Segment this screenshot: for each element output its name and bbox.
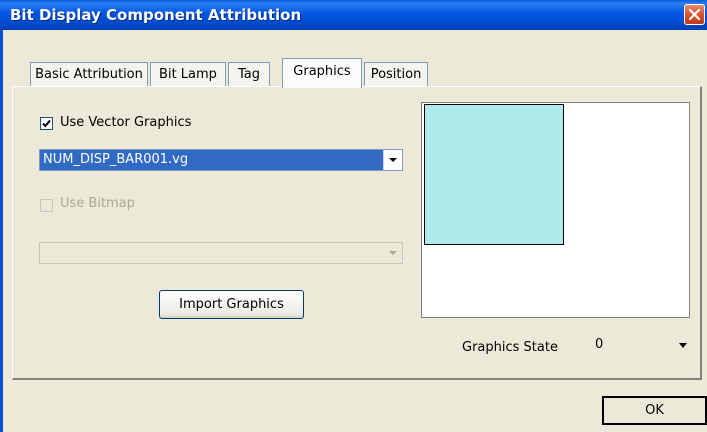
use-vector-graphics-label: Use Vector Graphics bbox=[60, 115, 192, 130]
checkmark-icon bbox=[42, 119, 51, 128]
window-title: Bit Display Component Attribution bbox=[10, 6, 302, 24]
graphics-state-label: Graphics State bbox=[462, 340, 558, 355]
tab-position[interactable]: Position bbox=[364, 62, 428, 87]
graphics-state-value: 0 bbox=[595, 337, 604, 352]
graphics-preview bbox=[421, 102, 690, 318]
preview-shape bbox=[424, 104, 564, 245]
chevron-down-icon bbox=[389, 158, 397, 162]
dropdown-arrow-disabled bbox=[384, 243, 402, 263]
chevron-down-icon bbox=[679, 343, 687, 348]
dropdown-arrow[interactable] bbox=[383, 150, 402, 170]
graphics-state-dropdown[interactable]: 0 bbox=[587, 335, 693, 356]
import-graphics-button[interactable]: Import Graphics bbox=[159, 290, 304, 319]
vector-file-dropdown[interactable]: NUM_DISP_BAR001.vg bbox=[39, 149, 403, 171]
bitmap-file-dropdown[interactable] bbox=[39, 242, 403, 264]
tab-bit-lamp[interactable]: Bit Lamp bbox=[150, 62, 226, 87]
close-icon bbox=[688, 8, 701, 21]
tab-graphics[interactable]: Graphics bbox=[282, 58, 362, 88]
title-bar: Bit Display Component Attribution bbox=[0, 0, 707, 30]
use-bitmap-checkbox[interactable] bbox=[40, 199, 53, 212]
ok-button[interactable]: OK bbox=[602, 396, 707, 425]
chevron-down-icon bbox=[389, 251, 397, 255]
window-frame bbox=[0, 30, 3, 432]
use-vector-graphics-checkbox[interactable] bbox=[40, 117, 53, 130]
close-button[interactable] bbox=[684, 4, 705, 25]
tab-tag[interactable]: Tag bbox=[228, 62, 270, 87]
vector-file-value: NUM_DISP_BAR001.vg bbox=[40, 150, 384, 170]
use-bitmap-label: Use Bitmap bbox=[60, 196, 135, 211]
tab-basic-attribution[interactable]: Basic Attribution bbox=[30, 62, 148, 87]
